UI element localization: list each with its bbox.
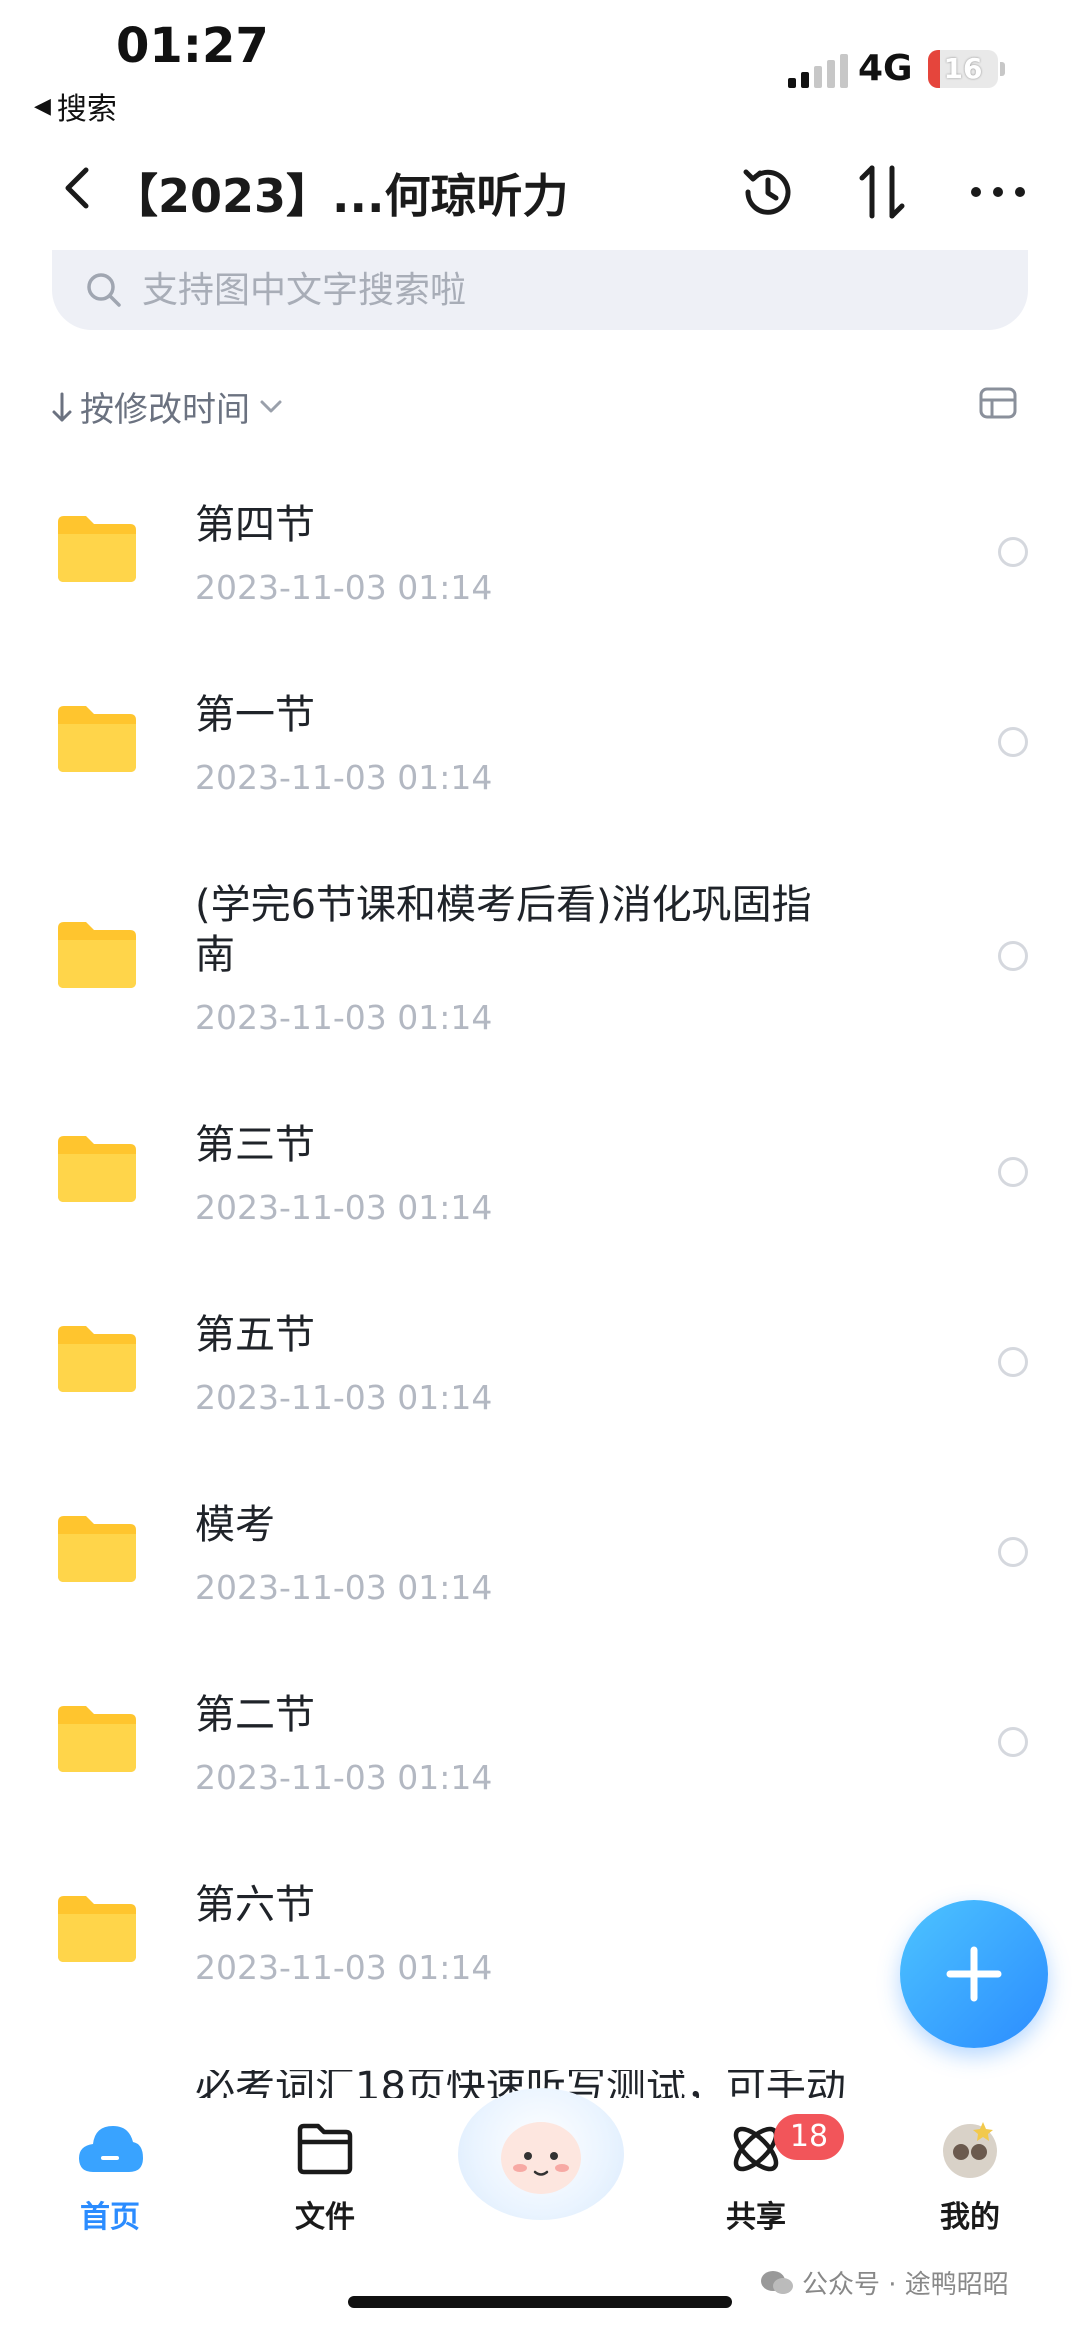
home-indicator[interactable]: [348, 2296, 732, 2308]
folder-outline-icon: [297, 2123, 353, 2175]
share-badge: 18: [774, 2114, 844, 2160]
file-name: 第一节: [195, 692, 315, 738]
cloud-icon: [79, 2126, 143, 2172]
sort-label: 按修改时间: [80, 390, 250, 430]
search-icon: [87, 273, 121, 307]
file-date: 2023-11-03 01:14: [195, 758, 493, 797]
battery-tip: [1000, 62, 1005, 76]
select-radio[interactable]: [998, 941, 1028, 971]
sort-selector[interactable]: 按修改时间: [50, 382, 286, 431]
file-name: 模考: [195, 1502, 275, 1548]
plus-icon: [946, 1946, 1002, 2002]
file-date: 2023-11-03 01:14: [195, 1568, 493, 1607]
arrow-down-icon: [52, 392, 72, 421]
file-name: 第四节: [195, 502, 315, 548]
watermark: 公众号 · 途鸭昭昭: [760, 2264, 1009, 2301]
file-name: (学完6节课和模考后看)消化巩固指南: [195, 882, 812, 978]
back-triangle-icon: ◀: [34, 93, 51, 119]
tab-share[interactable]: 18 共享: [686, 2114, 844, 2236]
view-mode-icon[interactable]: [978, 386, 1018, 420]
tab-share-label: 共享: [726, 2200, 786, 2235]
folder-icon: [58, 922, 136, 988]
folder-icon: [58, 1896, 136, 1962]
add-button[interactable]: [900, 1900, 1048, 2048]
sort-icon[interactable]: [850, 160, 914, 224]
folder-icon: [58, 1516, 136, 1582]
select-radio[interactable]: [998, 1727, 1028, 1757]
status-time: 01:27: [116, 18, 269, 74]
file-date: 2023-11-03 01:14: [195, 1758, 493, 1797]
signal-icon: [788, 54, 848, 88]
file-date: 2023-11-03 01:14: [195, 1378, 493, 1417]
search-bar[interactable]: [52, 250, 1028, 330]
file-date: 2023-11-03 01:14: [195, 998, 493, 1037]
folder-icon: [58, 706, 136, 772]
select-radio[interactable]: [998, 537, 1028, 567]
back-arrow-icon[interactable]: [52, 158, 102, 218]
tab-files-label: 文件: [295, 2200, 355, 2235]
file-date: 2023-11-03 01:14: [195, 568, 493, 607]
folder-icon: [58, 516, 136, 582]
wechat-icon: [761, 2270, 793, 2294]
back-app-label: 搜索: [56, 92, 117, 127]
tab-home[interactable]: 首页: [40, 2118, 180, 2236]
select-radio[interactable]: [998, 727, 1028, 757]
select-radio[interactable]: [998, 1157, 1028, 1187]
battery-icon: 16: [928, 50, 998, 88]
assistant-mascot[interactable]: [458, 2088, 624, 2220]
folder-icon: [58, 1706, 136, 1772]
tab-home-label: 首页: [80, 2200, 140, 2235]
tab-files[interactable]: 文件: [255, 2118, 395, 2236]
file-name: 第二节: [195, 1692, 315, 1738]
file-date: 2023-11-03 01:14: [195, 1948, 493, 1987]
file-name: 第三节: [195, 1122, 315, 1168]
tab-mine-label: 我的: [940, 2200, 1000, 2235]
mascot-face-icon: [501, 2122, 581, 2194]
history-icon[interactable]: [736, 160, 800, 224]
avatar: [943, 2122, 997, 2178]
select-radio[interactable]: [998, 1347, 1028, 1377]
battery-level: 16: [943, 52, 983, 85]
page-title: 【2023】...何琼听力: [112, 169, 569, 223]
folder-icon: [58, 1136, 136, 1202]
chevron-down-icon: [260, 400, 282, 412]
file-name: 第六节: [195, 1882, 315, 1928]
file-date: 2023-11-03 01:14: [195, 1188, 493, 1227]
file-name: 第五节: [195, 1312, 315, 1358]
tab-mine[interactable]: 我的: [900, 2118, 1040, 2236]
folder-icon: [58, 1326, 136, 1392]
back-to-app-link[interactable]: ◀ 搜索: [34, 84, 117, 128]
search-input[interactable]: [140, 268, 944, 312]
network-type: 4G: [858, 48, 913, 89]
select-radio[interactable]: [998, 1537, 1028, 1567]
more-icon[interactable]: [966, 160, 1030, 224]
watermark-text: 公众号 · 途鸭昭昭: [802, 2270, 1009, 2300]
